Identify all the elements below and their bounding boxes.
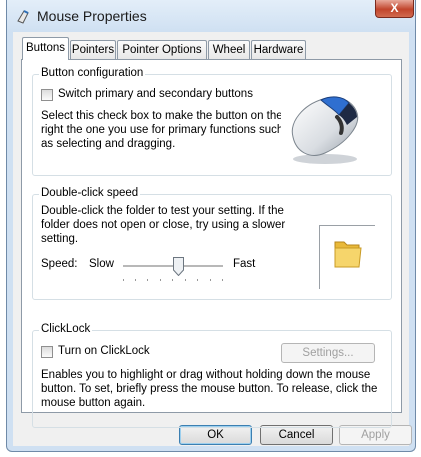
mouse-icon bbox=[291, 96, 359, 164]
cancel-button[interactable]: Cancel bbox=[260, 425, 333, 445]
button-config-description-line-1: Select this check box to make the button… bbox=[41, 110, 283, 122]
button-config-description-line-2: right the one you use for primary functi… bbox=[41, 124, 284, 136]
double-click-speed-group: Double-click speed Double-click the fold… bbox=[32, 187, 392, 300]
clicklock-checkbox[interactable] bbox=[41, 346, 53, 358]
mouse-preview bbox=[281, 77, 373, 169]
slider-tick bbox=[135, 279, 136, 281]
clicklock-description-line-3: mouse button again. bbox=[41, 397, 146, 409]
button-config-description-line-3: as selecting and dragging. bbox=[41, 138, 176, 150]
double-click-description-line-2: folder does not open or close, try using… bbox=[41, 219, 286, 231]
slider-tick bbox=[160, 279, 161, 281]
double-click-description-line-3: setting. bbox=[41, 233, 79, 245]
clicklock-group: ClickLock Turn on ClickLock Settings... … bbox=[32, 323, 392, 428]
test-folder-area[interactable] bbox=[319, 225, 375, 289]
clicklock-description-line-1: Enables you to highlight or drag without… bbox=[41, 369, 371, 381]
slider-tick bbox=[185, 279, 186, 281]
clicklock-settings-button[interactable]: Settings... bbox=[281, 343, 375, 363]
close-icon: X bbox=[390, 1, 399, 15]
tab-pointer-options[interactable]: Pointer Options bbox=[117, 40, 207, 59]
close-button[interactable]: X bbox=[375, 0, 414, 18]
tab-panel-buttons: Button configuration Switch primary and … bbox=[21, 59, 402, 428]
switch-buttons-checkbox[interactable] bbox=[41, 89, 53, 101]
tab-buttons[interactable]: Buttons bbox=[22, 37, 69, 60]
slider-tick bbox=[123, 279, 124, 281]
slider-tick bbox=[197, 279, 198, 281]
ok-button[interactable]: OK bbox=[179, 425, 252, 445]
slider-tick bbox=[172, 279, 173, 281]
folder-icon[interactable] bbox=[333, 238, 363, 270]
apply-button[interactable]: Apply bbox=[339, 425, 412, 445]
slider-tick bbox=[210, 279, 211, 281]
slider-tick bbox=[147, 279, 148, 281]
double-click-description-line-1: Double-click the folder to test your set… bbox=[41, 205, 284, 217]
tab-wheel[interactable]: Wheel bbox=[208, 40, 250, 59]
switch-buttons-label[interactable]: Switch primary and secondary buttons bbox=[58, 88, 253, 102]
window-title: Mouse Properties bbox=[37, 8, 147, 24]
mouse-pointer-icon bbox=[17, 10, 29, 24]
group-title-button-configuration: Button configuration bbox=[39, 67, 146, 79]
speed-slider-thumb[interactable] bbox=[173, 257, 184, 276]
slider-tick bbox=[222, 279, 223, 281]
dialog-client-area: Buttons Pointers Pointer Options Wheel H… bbox=[13, 32, 412, 446]
button-configuration-group: Button configuration Switch primary and … bbox=[32, 67, 392, 176]
tab-pointers[interactable]: Pointers bbox=[70, 40, 116, 59]
mouse-properties-window: Mouse Properties X Buttons Pointers Poin… bbox=[6, 0, 416, 452]
tab-hardware[interactable]: Hardware bbox=[251, 40, 306, 59]
group-title-double-click-speed: Double-click speed bbox=[39, 187, 141, 199]
clicklock-description-line-2: button. To set, briefly press the mouse … bbox=[41, 383, 378, 395]
group-title-clicklock: ClickLock bbox=[39, 323, 93, 335]
clicklock-checkbox-label[interactable]: Turn on ClickLock bbox=[58, 345, 150, 359]
slow-label: Slow bbox=[89, 258, 114, 270]
speed-label: Speed: bbox=[41, 258, 78, 270]
title-bar[interactable]: Mouse Properties X bbox=[7, 0, 415, 32]
fast-label: Fast bbox=[233, 258, 256, 270]
